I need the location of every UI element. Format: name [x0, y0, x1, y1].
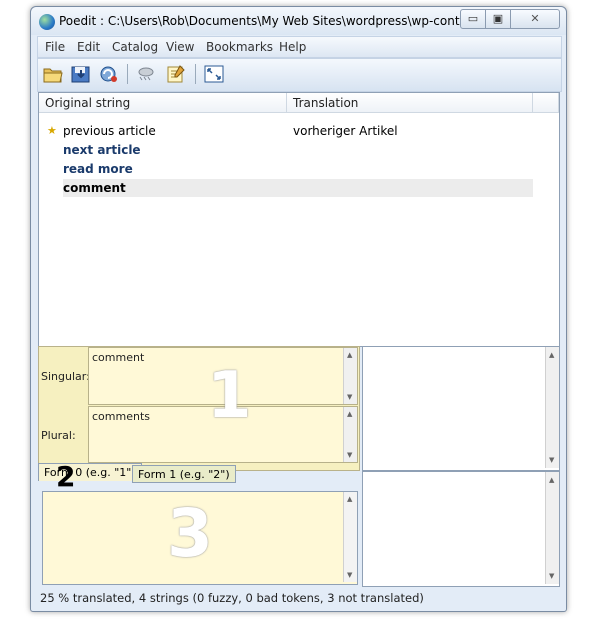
- comment-icon[interactable]: [165, 64, 187, 84]
- column-translation[interactable]: Translation: [287, 93, 533, 113]
- toolbar-separator: [195, 64, 196, 84]
- source-panel: Singular: comment ▲ ▼ Plural: comments ▲ ▼…: [38, 346, 360, 471]
- comments-panel[interactable]: ▲ ▼: [362, 346, 560, 471]
- translation-text: vorheriger Artikel: [293, 124, 398, 138]
- original-text: read more: [63, 162, 133, 176]
- annotation-1: 1: [207, 359, 252, 433]
- comments-scrollbar[interactable]: ▲ ▼: [545, 347, 559, 468]
- maximize-button[interactable]: ▣: [485, 9, 511, 29]
- list-item[interactable]: previous article vorheriger Artikel: [63, 122, 533, 140]
- minimize-button[interactable]: ▭: [460, 9, 486, 29]
- menu-file[interactable]: File: [45, 40, 65, 54]
- menu-help[interactable]: Help: [279, 40, 306, 54]
- notes-scrollbar[interactable]: ▲ ▼: [545, 472, 559, 584]
- close-button[interactable]: ✕: [510, 9, 560, 29]
- singular-label: Singular:: [41, 370, 90, 383]
- notes-panel[interactable]: ▲ ▼: [362, 471, 560, 587]
- annotation-2: 2: [56, 460, 76, 493]
- menu-bookmarks[interactable]: Bookmarks: [206, 40, 273, 54]
- tab-form-1[interactable]: Form 1 (e.g. "2"): [132, 465, 236, 483]
- star-icon: ★: [47, 124, 57, 137]
- open-icon[interactable]: [42, 64, 64, 84]
- translation-scrollbar[interactable]: ▲ ▼: [343, 492, 357, 582]
- plural-scrollbar[interactable]: ▲ ▼: [343, 407, 357, 462]
- menu-edit[interactable]: Edit: [77, 40, 100, 54]
- translation-input[interactable]: 3 ▲ ▼: [42, 491, 358, 585]
- menu-bar: File Edit Catalog View Bookmarks Help: [37, 36, 562, 58]
- title-bar[interactable]: Poedit : C:\Users\Rob\Documents\My Web S…: [31, 7, 566, 35]
- tab-form-0[interactable]: Form 0 (e.g. "1"): [38, 463, 142, 481]
- poedit-app-icon: [39, 14, 55, 30]
- update-icon[interactable]: [98, 64, 120, 84]
- menu-view[interactable]: View: [166, 40, 194, 54]
- plural-label: Plural:: [41, 429, 76, 442]
- original-text: previous article: [63, 124, 156, 138]
- annotation-3: 3: [167, 495, 213, 572]
- window-title: Poedit : C:\Users\Rob\Documents\My Web S…: [59, 14, 495, 28]
- plural-value: comments: [92, 410, 150, 423]
- singular-value: comment: [92, 351, 145, 364]
- column-filler: [533, 93, 559, 113]
- column-original[interactable]: Original string: [39, 93, 287, 113]
- poedit-window: Poedit : C:\Users\Rob\Documents\My Web S…: [30, 6, 567, 612]
- toolbar: [37, 58, 562, 92]
- menu-catalog[interactable]: Catalog: [112, 40, 158, 54]
- status-bar: 25 % translated, 4 strings (0 fuzzy, 0 b…: [40, 591, 424, 605]
- toolbar-separator: [127, 64, 128, 84]
- original-text: comment: [63, 181, 126, 195]
- strings-list[interactable]: Original string Translation ★ previous a…: [38, 92, 560, 347]
- validate-icon[interactable]: [135, 64, 157, 84]
- singular-scrollbar[interactable]: ▲ ▼: [343, 348, 357, 404]
- save-icon[interactable]: [70, 64, 92, 84]
- original-text: next article: [63, 143, 141, 157]
- list-item[interactable]: next article: [63, 141, 533, 159]
- list-item[interactable]: read more: [63, 160, 533, 178]
- list-item-selected[interactable]: comment: [63, 179, 533, 197]
- fullscreen-icon[interactable]: [203, 64, 225, 84]
